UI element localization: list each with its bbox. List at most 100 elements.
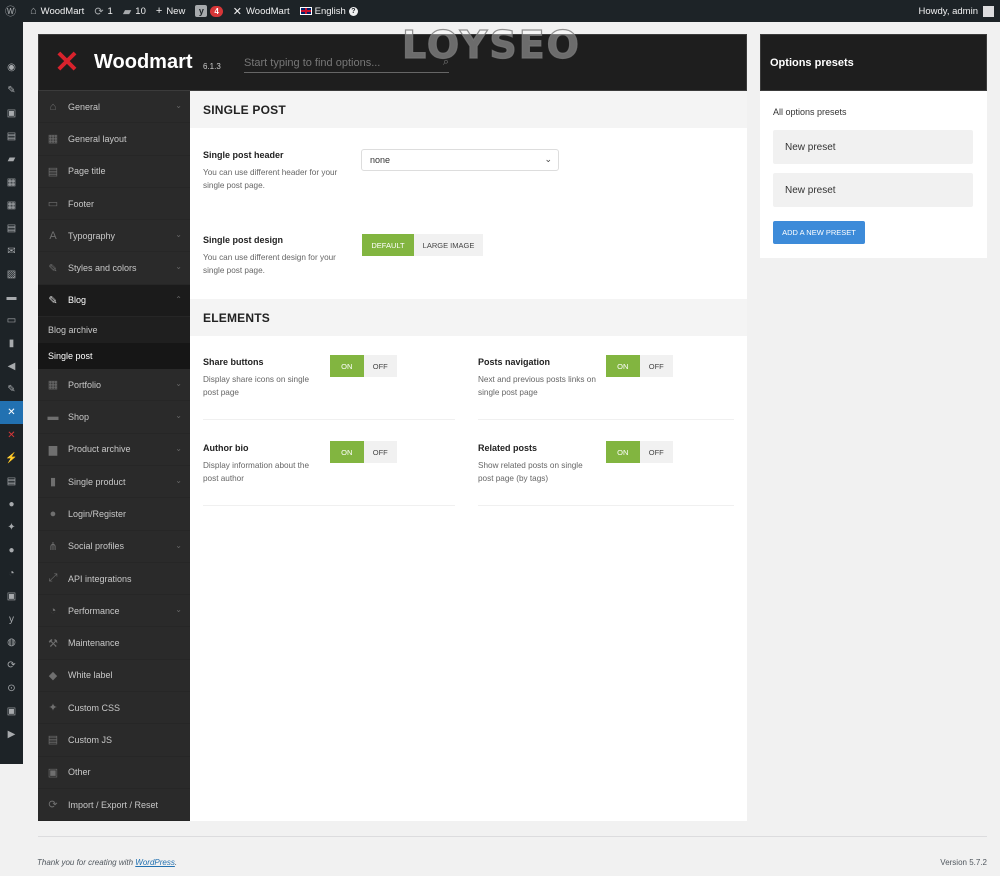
updates-menu[interactable]: ⟳ 1 [89, 0, 118, 22]
plugins-icon[interactable]: ⚡ [0, 447, 23, 470]
nav-portfolio[interactable]: ▦ Portfolio ⌄ [38, 369, 190, 402]
nav-custom-css[interactable]: ✦ Custom CSS [38, 692, 190, 725]
design-default-button[interactable]: DEFAULT [362, 234, 414, 256]
toggle-on-button[interactable]: ON [330, 441, 364, 463]
settings-sidebar: ⌂ General ⌄ ▦ General layout ▤ Page title ▭ F… [38, 91, 190, 822]
nav-import-export[interactable]: ⟳ Import / Export / Reset [38, 789, 190, 822]
author-bio-option: Author bio Display information about the… [203, 443, 323, 485]
nav-maintenance[interactable]: ⚒ Maintenance [38, 627, 190, 660]
dashboard-icon[interactable]: ◉ [0, 56, 23, 79]
settings-icon[interactable]: ● [0, 539, 23, 562]
nav-general[interactable]: ⌂ General ⌄ [38, 91, 190, 124]
nav-footer[interactable]: ▭ Footer [38, 188, 190, 221]
option-title: Single post header [203, 150, 284, 160]
slider-icon[interactable]: ▣ [0, 585, 23, 608]
nav-page-title[interactable]: ▤ Page title [38, 156, 190, 188]
woodmart-icon: ✕ [232, 5, 242, 18]
preset-item[interactable]: New preset [773, 130, 973, 164]
editor-icon[interactable]: ▤ [0, 470, 23, 493]
nav-label: Styles and colors [68, 263, 137, 274]
woodmart-layouts-icon[interactable]: ✕ [0, 424, 23, 447]
howdy-text: Howdy, admin [918, 5, 979, 17]
toggle-off-button[interactable]: OFF [639, 441, 673, 463]
nav-login-register[interactable]: ● Login/Register [38, 498, 190, 531]
toggle-on-button[interactable]: ON [606, 441, 640, 463]
toggle-on-button[interactable]: ON [330, 355, 364, 377]
author-bio-toggle: ON OFF [330, 441, 397, 463]
language-menu[interactable]: English? [295, 0, 363, 22]
nav-white-label[interactable]: ◆ White label [38, 660, 190, 693]
design-large-image-button[interactable]: LARGE IMAGE [414, 234, 483, 256]
nav-styles-colors[interactable]: ✎ Styles and colors ⌄ [38, 252, 190, 285]
comments-menu[interactable]: ▰ 10 [118, 0, 151, 22]
add-preset-button[interactable]: ADD A NEW PRESET [773, 221, 865, 244]
nav-label: Social profiles [68, 541, 125, 552]
settings-main: SINGLE POST Single post header You can u… [190, 91, 747, 821]
appearance-icon[interactable]: ✎ [0, 378, 23, 401]
collapse-icon[interactable]: ▶ [0, 723, 23, 746]
nav-api-integrations[interactable]: ⤢ API integrations [38, 563, 190, 596]
mail-icon[interactable]: ✉ [0, 240, 23, 263]
marketing-icon[interactable]: ◀ [0, 355, 23, 378]
nav-social-profiles[interactable]: ⋔ Social profiles ⌄ [38, 531, 190, 563]
options-presets-panel: All options presets New preset New prese… [760, 91, 987, 258]
wp-logo-menu[interactable]: Ⓦ [0, 0, 25, 22]
user-icon: ● [49, 507, 57, 520]
nav-performance[interactable]: ◔ Performance ⌄ [38, 595, 190, 628]
woo-icon[interactable]: ▬ [0, 286, 23, 309]
woodmart-menu[interactable]: ✕ WoodMart [228, 0, 295, 22]
toggle-off-button[interactable]: OFF [639, 355, 673, 377]
analytics-icon[interactable]: ▮ [0, 332, 23, 355]
chevron-down-icon: ⌄ [175, 262, 182, 272]
search-side-icon[interactable]: ⊙ [0, 677, 23, 700]
search-input[interactable] [244, 53, 394, 73]
grid-icon[interactable]: ▦ [0, 194, 23, 217]
toggle-on-button[interactable]: ON [606, 355, 640, 377]
nav-shop[interactable]: ▬ Shop ⌄ [38, 401, 190, 434]
nav-label: Page title [68, 166, 106, 177]
wordpress-link[interactable]: WordPress [135, 858, 175, 867]
nav-single-product[interactable]: ▮ Single product ⌄ [38, 466, 190, 499]
translate-icon[interactable]: ▣ [0, 700, 23, 723]
social-icon: ⋔ [48, 540, 58, 553]
wpml-icon[interactable]: ◍ [0, 631, 23, 654]
account-menu[interactable]: Howdy, admin [914, 0, 1000, 22]
yoast-side-icon[interactable]: y [0, 608, 23, 631]
nav-custom-js[interactable]: ▤ Custom JS [38, 724, 190, 757]
nav-other[interactable]: ▣ Other [38, 757, 190, 789]
new-content-menu[interactable]: + New [151, 0, 190, 22]
nav-product-archive[interactable]: ▆ Product archive ⌄ [38, 434, 190, 466]
nav-blog-archive[interactable]: Blog archive [38, 317, 190, 344]
preset-item[interactable]: New preset [773, 173, 973, 207]
divider [203, 505, 455, 506]
pin-icon[interactable]: ✎ [0, 79, 23, 102]
yoast-menu[interactable]: y4 [190, 0, 227, 22]
nav-general-layout[interactable]: ▦ General layout [38, 123, 190, 156]
nav-label: Blog archive [48, 325, 98, 336]
nav-single-post[interactable]: Single post [38, 343, 190, 370]
single-post-header-select[interactable]: none ⌄ [361, 149, 559, 171]
nav-label: Login/Register [68, 508, 127, 519]
site-name-menu[interactable]: ⌂ WoodMart [25, 0, 89, 22]
media-icon[interactable]: ▣ [0, 102, 23, 125]
nav-typography[interactable]: A Typography ⌄ [38, 220, 190, 253]
woodmart-theme-icon[interactable]: ✕ [0, 401, 23, 424]
comments-icon[interactable]: ▰ [0, 148, 23, 171]
sync-icon[interactable]: ⟳ [0, 654, 23, 677]
nav-label: Other [68, 767, 91, 778]
presets-label: All options presets [773, 107, 847, 117]
products-icon[interactable]: ▭ [0, 309, 23, 332]
gallery-icon[interactable]: ▨ [0, 263, 23, 286]
section-single-post-title: SINGLE POST [190, 91, 747, 128]
portfolio-icon[interactable]: ▦ [0, 171, 23, 194]
nav-blog[interactable]: ✎ Blog ⌃ [38, 284, 190, 318]
posts-navigation-toggle: ON OFF [606, 355, 673, 377]
pages-icon[interactable]: ▤ [0, 125, 23, 148]
help-icon: ? [348, 6, 358, 16]
users-icon[interactable]: ● [0, 493, 23, 516]
history-icon[interactable]: ◔ [0, 562, 23, 585]
tools-icon[interactable]: ✦ [0, 516, 23, 539]
table-icon[interactable]: ▤ [0, 217, 23, 240]
toggle-off-button[interactable]: OFF [363, 355, 397, 377]
toggle-off-button[interactable]: OFF [363, 441, 397, 463]
